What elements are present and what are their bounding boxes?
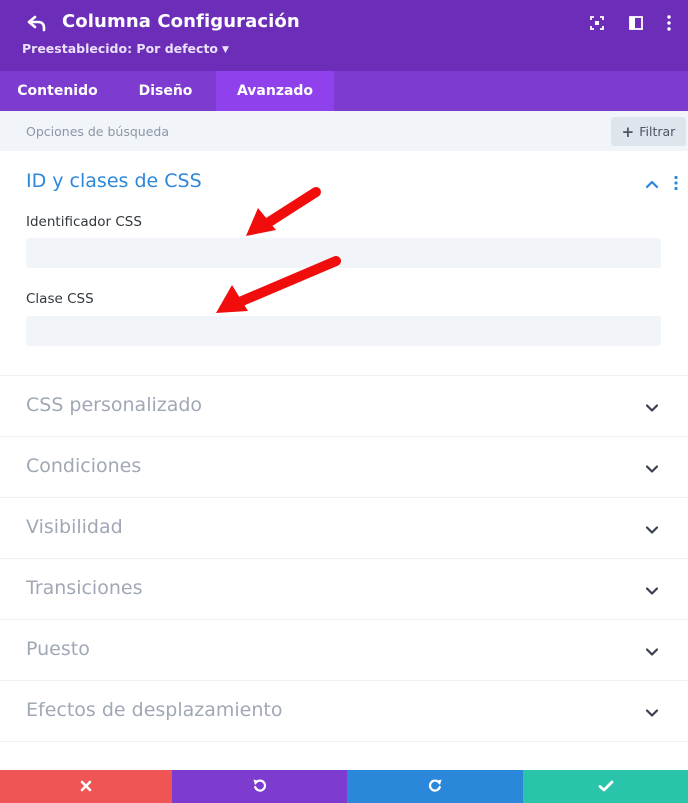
filter-button[interactable]: + Filtrar: [611, 117, 686, 146]
chevron-up-icon[interactable]: [645, 176, 659, 190]
modal-title: Columna Configuración: [62, 11, 300, 32]
undo-icon: [252, 777, 268, 797]
expand-icon[interactable]: [587, 13, 607, 33]
save-button[interactable]: [523, 770, 688, 803]
more-vertical-icon[interactable]: [659, 13, 679, 33]
section-custom-css[interactable]: CSS personalizado: [0, 376, 688, 437]
section-title: CSS personalizado: [26, 394, 203, 416]
undo-button[interactable]: [172, 770, 347, 803]
check-icon: [598, 777, 614, 796]
redo-button[interactable]: [347, 770, 523, 803]
chevron-down-icon[interactable]: [645, 583, 659, 597]
chevron-down-icon[interactable]: [645, 461, 659, 475]
preset-selector[interactable]: Preestablecido: Por defecto ▼: [22, 41, 229, 56]
caret-down-icon: ▼: [222, 45, 229, 55]
section-position[interactable]: Puesto: [0, 620, 688, 681]
preset-label: Preestablecido: Por defecto: [22, 41, 219, 56]
section-title: Puesto: [26, 638, 90, 660]
section-title: Visibilidad: [26, 516, 123, 538]
section-conditions[interactable]: Condiciones: [0, 437, 688, 498]
plus-icon: +: [621, 122, 635, 141]
search-bar: + Filtrar: [0, 111, 688, 151]
annotation-arrow-2: [216, 256, 341, 313]
sidebar-layout-icon[interactable]: [626, 13, 646, 33]
css-class-label: Clase CSS: [26, 291, 94, 307]
css-class-input[interactable]: [26, 316, 661, 346]
section-more-icon[interactable]: [673, 175, 679, 191]
css-id-label: Identificador CSS: [26, 214, 142, 230]
section-visibility[interactable]: Visibilidad: [0, 498, 688, 559]
section-scroll-effects[interactable]: Efectos de desplazamiento: [0, 681, 688, 742]
chevron-down-icon[interactable]: [645, 400, 659, 414]
filter-label: Filtrar: [639, 124, 676, 139]
close-icon: [80, 777, 92, 796]
annotation-arrow-1: [246, 187, 321, 236]
discard-button[interactable]: [0, 770, 172, 803]
chevron-down-icon[interactable]: [645, 705, 659, 719]
tab-bar: Contenido Diseño Avanzado: [0, 71, 688, 111]
tab-diseno[interactable]: Diseño: [115, 71, 216, 111]
chevron-down-icon[interactable]: [645, 522, 659, 536]
back-arrow-icon[interactable]: [26, 12, 48, 34]
section-title: Condiciones: [26, 455, 142, 477]
tab-contenido[interactable]: Contenido: [0, 71, 115, 111]
redo-icon: [427, 777, 443, 797]
action-bar: [0, 770, 688, 803]
search-input[interactable]: [0, 111, 600, 151]
section-title[interactable]: ID y clases de CSS: [26, 170, 202, 192]
settings-header: Columna Configuración Preestablecido: Po…: [0, 0, 688, 71]
chevron-down-icon[interactable]: [645, 644, 659, 658]
section-title: Transiciones: [26, 577, 143, 599]
section-transitions[interactable]: Transiciones: [0, 559, 688, 620]
section-title: Efectos de desplazamiento: [26, 699, 283, 721]
tab-avanzado[interactable]: Avanzado: [216, 71, 334, 111]
